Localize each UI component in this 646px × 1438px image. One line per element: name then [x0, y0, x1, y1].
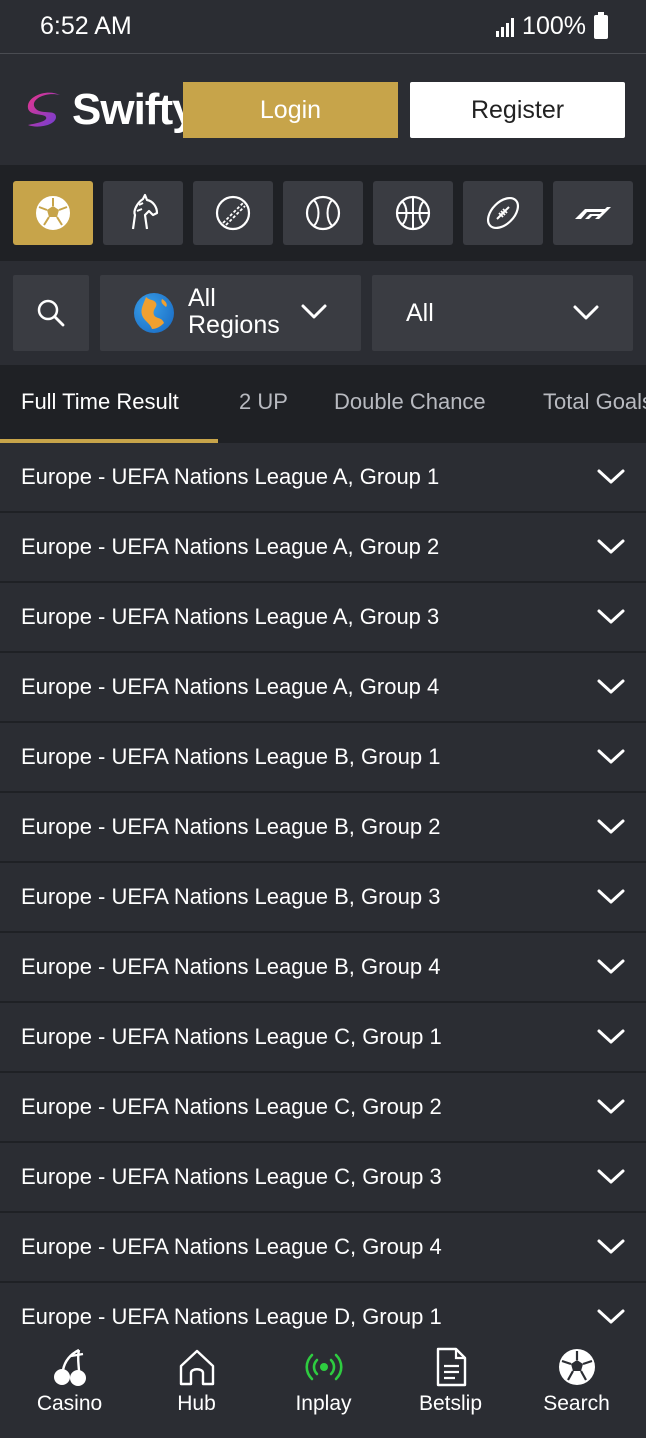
league-row[interactable]: Europe - UEFA Nations League B, Group 4 — [0, 933, 646, 1003]
league-row[interactable]: Europe - UEFA Nations League B, Group 2 — [0, 793, 646, 863]
search-icon — [37, 299, 65, 327]
cricket-ball-icon — [215, 195, 251, 231]
brand-name: Swifty — [72, 85, 197, 134]
tab-full-time-result[interactable]: Full Time Result — [21, 389, 179, 415]
league-row[interactable]: Europe - UEFA Nations League C, Group 3 — [0, 1143, 646, 1213]
league-name: Europe - UEFA Nations League A, Group 2 — [21, 534, 440, 559]
basketball-icon — [395, 195, 431, 231]
chevron-down-icon — [597, 1099, 625, 1114]
american-football-icon — [486, 196, 520, 230]
status-icons: 100% — [496, 11, 608, 41]
region-label: All Regions — [188, 284, 280, 339]
search-button[interactable] — [13, 275, 89, 351]
horse-head-icon — [131, 193, 159, 230]
sport-tennis-button[interactable] — [283, 181, 363, 245]
sport-horse-racing-button[interactable] — [103, 181, 183, 245]
nav-casino-label: Casino — [36, 1392, 103, 1415]
login-button[interactable]: Login — [183, 82, 398, 138]
nav-inplay[interactable]: Inplay — [259, 1340, 388, 1438]
chevron-down-icon — [597, 1169, 625, 1184]
nav-search-label: Search — [543, 1392, 610, 1415]
live-broadcast-icon — [305, 1353, 343, 1381]
league-name: Europe - UEFA Nations League A, Group 3 — [21, 604, 440, 629]
league-name: Europe - UEFA Nations League A, Group 1 — [21, 464, 440, 489]
sport-cricket-button[interactable] — [193, 181, 273, 245]
sport-basketball-button[interactable] — [373, 181, 453, 245]
league-row[interactable]: Europe - UEFA Nations League A, Group 1 — [0, 443, 646, 513]
league-name: Europe - UEFA Nations League B, Group 3 — [21, 884, 441, 909]
chevron-down-icon — [597, 679, 625, 694]
chevron-down-icon — [573, 305, 599, 320]
chevron-down-icon — [597, 1239, 625, 1254]
cherries-icon — [54, 1348, 86, 1386]
globe-icon — [134, 293, 174, 333]
tab-2-up[interactable]: 2 UP — [239, 389, 288, 415]
nav-inplay-label: Inplay — [295, 1392, 352, 1415]
bottom-navigation: Casino Hub Inplay Betslip Search — [0, 1340, 646, 1438]
chevron-down-icon — [597, 469, 625, 484]
league-name: Europe - UEFA Nations League C, Group 4 — [21, 1234, 442, 1259]
register-button[interactable]: Register — [410, 82, 625, 138]
chevron-down-icon — [597, 819, 625, 834]
status-time: 6:52 AM — [40, 12, 132, 40]
league-row[interactable]: Europe - UEFA Nations League C, Group 4 — [0, 1213, 646, 1283]
nav-search[interactable]: Search — [512, 1340, 641, 1438]
league-name: Europe - UEFA Nations League C, Group 1 — [21, 1024, 442, 1049]
league-name: Europe - UEFA Nations League B, Group 1 — [21, 744, 441, 769]
formula-1-icon — [575, 207, 611, 219]
chevron-down-icon — [597, 609, 625, 624]
market-dropdown[interactable]: All — [372, 275, 633, 351]
league-row[interactable]: Europe - UEFA Nations League B, Group 1 — [0, 723, 646, 793]
nav-casino[interactable]: Casino — [5, 1340, 134, 1438]
league-row[interactable]: Europe - UEFA Nations League B, Group 3 — [0, 863, 646, 933]
market-label: All — [406, 299, 434, 327]
chevron-down-icon — [597, 749, 625, 764]
market-tabs: Full Time Result 2 UP Double Chance Tota… — [0, 365, 646, 443]
nav-betslip-label: Betslip — [418, 1392, 483, 1415]
app-header: Swifty Login Register — [0, 55, 646, 165]
league-row[interactable]: Europe - UEFA Nations League A, Group 3 — [0, 583, 646, 653]
nav-betslip[interactable]: Betslip — [386, 1340, 515, 1438]
soccer-ball-icon — [559, 1349, 595, 1385]
league-row[interactable]: Europe - UEFA Nations League A, Group 2 — [0, 513, 646, 583]
tennis-ball-icon — [305, 195, 341, 231]
league-name: Europe - UEFA Nations League C, Group 2 — [21, 1094, 442, 1119]
region-dropdown[interactable]: All Regions — [100, 275, 361, 351]
tab-total-goals[interactable]: Total Goals — [543, 389, 646, 415]
chevron-down-icon — [597, 1029, 625, 1044]
chevron-down-icon — [597, 889, 625, 904]
home-icon — [179, 1349, 215, 1386]
nav-hub[interactable]: Hub — [132, 1340, 261, 1438]
signal-icon — [496, 17, 515, 37]
chevron-down-icon — [301, 304, 327, 319]
league-row[interactable]: Europe - UEFA Nations League C, Group 2 — [0, 1073, 646, 1143]
league-name: Europe - UEFA Nations League A, Group 4 — [21, 674, 440, 699]
league-row[interactable]: Europe - UEFA Nations League A, Group 4 — [0, 653, 646, 723]
league-name: Europe - UEFA Nations League D, Group 1 — [21, 1304, 442, 1329]
chevron-down-icon — [597, 959, 625, 974]
sport-american-football-button[interactable] — [463, 181, 543, 245]
tab-double-chance[interactable]: Double Chance — [334, 389, 486, 415]
league-name: Europe - UEFA Nations League B, Group 2 — [21, 814, 441, 839]
battery-icon — [594, 11, 608, 39]
document-icon — [436, 1347, 467, 1387]
league-list: Europe - UEFA Nations League A, Group 1 … — [0, 443, 646, 1353]
league-name: Europe - UEFA Nations League C, Group 3 — [21, 1164, 442, 1189]
nav-hub-label: Hub — [177, 1392, 216, 1415]
swifty-logo-icon — [27, 92, 61, 127]
battery-percent: 100% — [522, 12, 586, 40]
filter-bar: All Regions All — [0, 261, 646, 365]
soccer-ball-icon — [36, 196, 70, 230]
status-bar: 6:52 AM 100% — [0, 0, 646, 54]
league-row[interactable]: Europe - UEFA Nations League C, Group 1 — [0, 1003, 646, 1073]
sport-formula-1-button[interactable] — [553, 181, 633, 245]
sport-soccer-button[interactable] — [13, 181, 93, 245]
league-name: Europe - UEFA Nations League B, Group 4 — [21, 954, 441, 979]
sports-selector — [0, 165, 646, 261]
brand-logo[interactable]: Swifty — [22, 85, 197, 135]
chevron-down-icon — [597, 539, 625, 554]
chevron-down-icon — [597, 1309, 625, 1324]
